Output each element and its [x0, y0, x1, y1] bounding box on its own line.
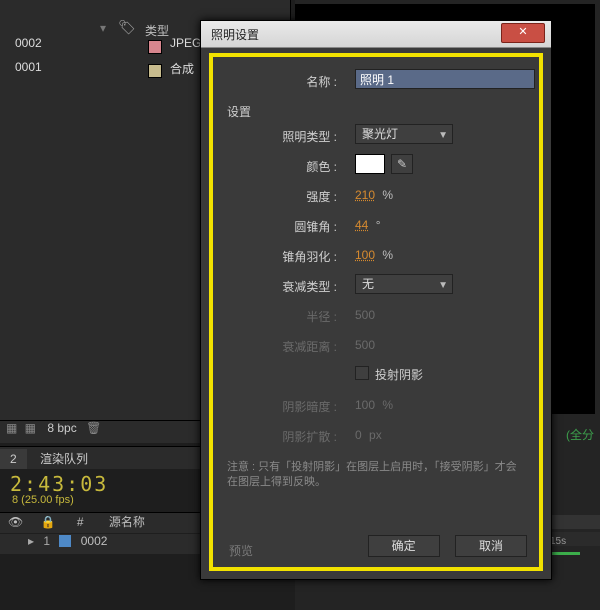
label-icon[interactable]: 🏷: [118, 19, 136, 36]
layer-name: 0002: [81, 534, 108, 548]
cone-feather-label: 锥角羽化 :: [282, 248, 337, 265]
chevron-down-icon: ▼: [438, 277, 448, 295]
light-type-label: 照明类型 :: [282, 128, 337, 145]
row-falloff-type: 衰减类型 : 无 ▼: [223, 274, 529, 300]
casts-shadows-label: 投射阴影: [375, 366, 423, 383]
falloff-type-dropdown[interactable]: 无 ▼: [355, 274, 453, 294]
twirl-icon[interactable]: ▾: [100, 21, 106, 35]
falloff-distance-value: 500: [355, 338, 375, 352]
settings-section-label: 设置: [227, 103, 529, 120]
light-type-value: 聚光灯: [362, 127, 398, 141]
row-falloff-distance: 衰减距离 : 500: [223, 334, 529, 360]
close-button[interactable]: ✕: [501, 23, 545, 43]
layer-type-icon: [59, 535, 71, 547]
project-item-type: 合成: [170, 60, 194, 77]
intensity-value[interactable]: 210: [355, 188, 375, 202]
layer-twirl-icon[interactable]: ▸: [28, 534, 34, 548]
intensity-unit: %: [382, 188, 393, 202]
falloff-type-value: 无: [362, 277, 374, 291]
falloff-distance-label: 衰减距离 :: [282, 338, 337, 355]
intensity-label: 强度 :: [306, 188, 337, 205]
eyedropper-icon: ✎: [397, 157, 407, 171]
row-casts-shadows: 投射阴影: [223, 364, 529, 390]
shadow-darkness-label: 阴影暗度 :: [282, 398, 337, 415]
label-swatch[interactable]: [148, 40, 162, 54]
dialog-titlebar[interactable]: 照明设置 ✕: [201, 21, 551, 48]
project-item-name: 0001: [15, 60, 42, 74]
cone-feather-unit: %: [382, 248, 393, 262]
lock-icon[interactable]: 🔒: [41, 515, 56, 529]
highlight-frame: 名称 : 设置 照明类型 : 聚光灯 ▼ 颜色 : ✎ 强度 : 210 %: [209, 53, 543, 571]
light-settings-dialog: 照明设置 ✕ 名称 : 设置 照明类型 : 聚光灯 ▼ 颜色 : ✎ 强度 :: [200, 20, 552, 580]
cone-angle-unit: °: [376, 218, 381, 232]
layer-index: 1: [43, 534, 50, 548]
eye-icon[interactable]: 👁: [8, 515, 23, 529]
col-source: 源名称: [109, 513, 145, 530]
eyedropper-button[interactable]: ✎: [391, 154, 413, 174]
row-radius: 半径 : 500: [223, 304, 529, 330]
dialog-buttons: 确定 取消: [213, 535, 539, 563]
row-shadow-diffusion: 阴影扩散 : 0 px: [223, 424, 529, 450]
cone-angle-value[interactable]: 44: [355, 218, 368, 232]
row-color: 颜色 : ✎: [223, 154, 529, 180]
radius-value: 500: [355, 308, 375, 322]
light-type-dropdown[interactable]: 聚光灯 ▼: [355, 124, 453, 144]
color-swatch[interactable]: [355, 154, 385, 174]
ruler-tick: 15s: [550, 536, 566, 547]
bpc-label[interactable]: 8 bpc: [47, 421, 76, 435]
tab-render-queue[interactable]: 渲染队列: [30, 447, 98, 470]
shadow-darkness-value-cell: 100 %: [355, 398, 393, 412]
fps-display: 8 (25.00 fps): [12, 494, 74, 506]
col-num: #: [77, 515, 84, 529]
radius-label: 半径 :: [306, 308, 337, 325]
dialog-title: 照明设置: [211, 26, 259, 43]
shadow-darkness-unit: %: [382, 398, 393, 412]
color-label: 颜色 :: [306, 158, 337, 175]
shadow-diffusion-value: 0: [355, 428, 362, 442]
row-cone-feather: 锥角羽化 : 100 %: [223, 244, 529, 270]
tab-comp[interactable]: 2: [0, 449, 27, 469]
ok-button[interactable]: 确定: [368, 535, 440, 557]
row-name: 名称 :: [223, 69, 529, 95]
footer-icons[interactable]: ▦ ▦: [6, 421, 38, 435]
row-intensity: 强度 : 210 %: [223, 184, 529, 210]
chevron-down-icon: ▼: [438, 127, 448, 145]
footer-trash-icon[interactable]: 🗑: [86, 421, 103, 435]
casts-shadows-checkbox[interactable]: [355, 366, 369, 380]
cone-angle-value-cell: 44 °: [355, 218, 381, 232]
intensity-value-cell: 210 %: [355, 188, 393, 202]
cone-feather-value[interactable]: 100: [355, 248, 375, 262]
row-light-type: 照明类型 : 聚光灯 ▼: [223, 124, 529, 150]
cone-feather-value-cell: 100 %: [355, 248, 393, 262]
shadow-diffusion-unit: px: [369, 428, 382, 442]
current-timecode[interactable]: 2:43:03: [10, 472, 108, 496]
close-icon: ✕: [518, 26, 527, 38]
project-item-name: 0002: [15, 36, 42, 50]
resolution-label[interactable]: (全分: [566, 426, 594, 443]
label-swatch[interactable]: [148, 64, 162, 78]
cancel-button[interactable]: 取消: [455, 535, 527, 557]
shadow-diffusion-label: 阴影扩散 :: [282, 428, 337, 445]
row-shadow-darkness: 阴影暗度 : 100 %: [223, 394, 529, 420]
shadow-note: 注意 : 只有「投射阴影」在图层上启用时，「接受阴影」才会在图层上得到反映。: [227, 460, 525, 490]
shadow-diffusion-value-cell: 0 px: [355, 428, 382, 442]
name-label: 名称 :: [306, 73, 337, 90]
falloff-type-label: 衰减类型 :: [282, 278, 337, 295]
project-item-type: JPEG: [170, 36, 201, 50]
shadow-darkness-value: 100: [355, 398, 375, 412]
name-input[interactable]: [355, 69, 535, 89]
cone-angle-label: 圆锥角 :: [294, 218, 337, 235]
row-cone-angle: 圆锥角 : 44 °: [223, 214, 529, 240]
